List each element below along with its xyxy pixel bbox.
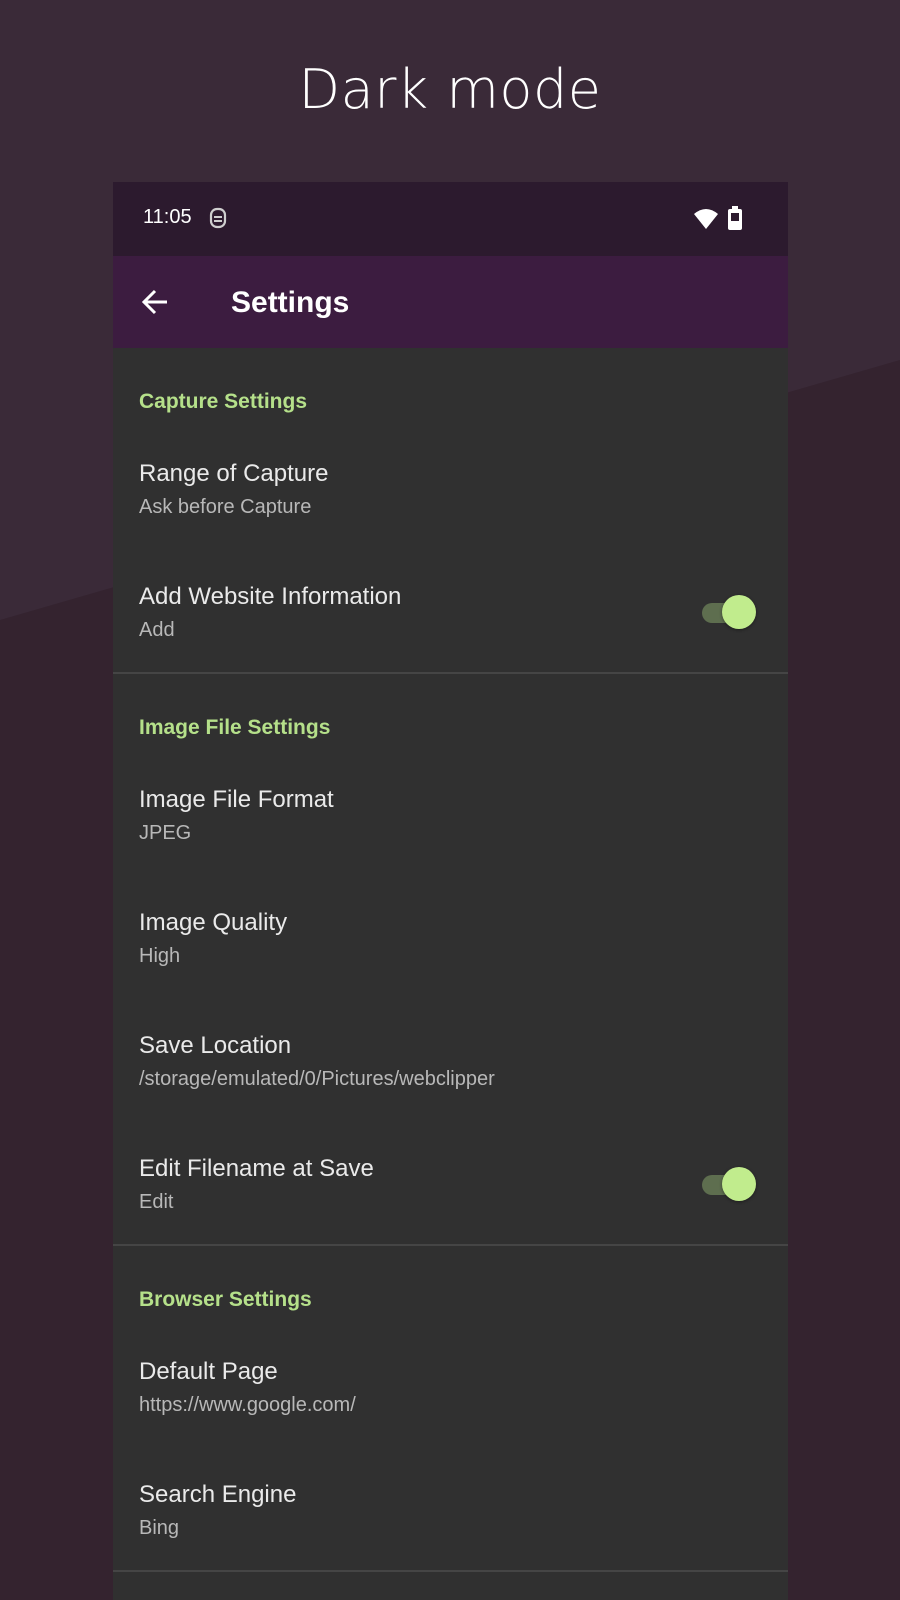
pref-add-website-information[interactable]: Add Website Information Add xyxy=(113,583,788,642)
pref-title: Add Website Information xyxy=(139,583,402,610)
pref-summary: Add xyxy=(139,619,175,641)
pref-summary: High xyxy=(139,945,181,967)
pref-summary: Edit xyxy=(139,1191,174,1213)
status-bar: 11:05 xyxy=(113,182,788,256)
pref-title: Image Quality xyxy=(139,909,288,936)
pref-summary: Ask before Capture xyxy=(139,496,312,518)
app-notification-icon xyxy=(209,207,227,229)
add-website-info-toggle[interactable] xyxy=(702,594,758,631)
pref-edit-filename-at-save[interactable]: Edit Filename at Save Edit xyxy=(113,1155,788,1214)
arrow-left-icon xyxy=(141,289,167,315)
page-title: Settings xyxy=(231,286,350,319)
app-bar: Settings xyxy=(113,256,788,348)
pref-summary: JPEG xyxy=(139,822,192,844)
pref-summary: Bing xyxy=(139,1517,180,1539)
pref-save-location[interactable]: Save Location /storage/emulated/0/Pictur… xyxy=(113,1032,788,1091)
pref-title: Default Page xyxy=(139,1358,278,1385)
wifi-icon xyxy=(694,209,718,229)
section-header-image-file: Image File Settings xyxy=(139,716,331,739)
pref-title: Image File Format xyxy=(139,786,334,813)
pref-summary: /storage/emulated/0/Pictures/webclipper xyxy=(139,1068,495,1090)
pref-default-page[interactable]: Default Page https://www.google.com/ xyxy=(113,1358,788,1417)
pref-image-file-format[interactable]: Image File Format JPEG xyxy=(113,786,788,845)
status-time: 11:05 xyxy=(143,206,192,228)
phone-screen: 11:05 Settings Capture Settings Range of… xyxy=(113,182,788,1600)
battery-icon xyxy=(728,206,742,230)
pref-summary: https://www.google.com/ xyxy=(139,1394,356,1416)
pref-image-quality[interactable]: Image Quality High xyxy=(113,909,788,968)
toggle-thumb xyxy=(722,1166,756,1201)
back-button[interactable] xyxy=(131,278,179,326)
pref-range-of-capture[interactable]: Range of Capture Ask before Capture xyxy=(113,460,788,519)
pref-title: Save Location xyxy=(139,1032,292,1059)
pref-title: Range of Capture xyxy=(139,460,329,487)
pref-search-engine[interactable]: Search Engine Bing xyxy=(113,1481,788,1540)
section-divider xyxy=(113,1570,788,1572)
section-header-capture: Capture Settings xyxy=(139,390,308,413)
promo-headline: Dark mode xyxy=(298,58,602,121)
edit-filename-toggle[interactable] xyxy=(702,1166,758,1203)
section-header-browser: Browser Settings xyxy=(139,1288,312,1311)
pref-title: Edit Filename at Save xyxy=(139,1155,374,1182)
toggle-thumb xyxy=(722,594,756,629)
pref-title: Search Engine xyxy=(139,1481,297,1508)
